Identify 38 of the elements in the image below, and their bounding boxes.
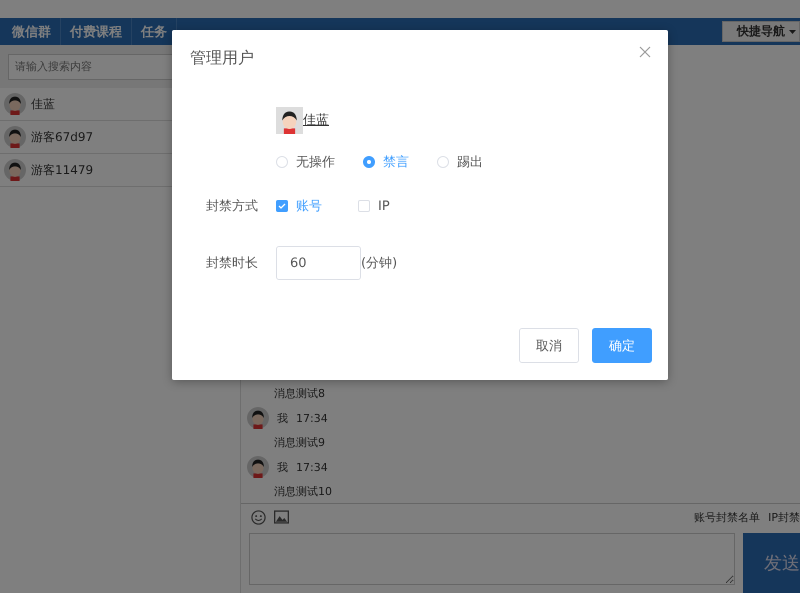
image-icon[interactable]: [274, 510, 289, 524]
message-text: 消息测试9: [273, 435, 326, 450]
sender-name: 我: [277, 410, 288, 426]
avatar-icon: [4, 93, 26, 115]
avatar-icon: [4, 126, 26, 148]
ban-list-link[interactable]: IP封禁: [768, 510, 800, 524]
avatar-icon: [247, 456, 269, 478]
quick-nav-button[interactable]: 快捷导航: [722, 21, 800, 42]
user-name[interactable]: 游客11479: [31, 162, 94, 178]
action-radio[interactable]: 无操作: [276, 153, 335, 171]
ban-type-label: 封禁方式: [206, 198, 259, 215]
message-text: 消息测试8: [273, 386, 326, 401]
duration-label: 封禁时长: [206, 255, 259, 272]
user-name[interactable]: 游客67d97: [31, 128, 94, 146]
message-time: 17:34: [296, 412, 328, 424]
send-button[interactable]: 发送: [743, 533, 800, 593]
user-link[interactable]: 佳蓝: [303, 111, 329, 129]
caret-icon: [789, 30, 796, 34]
avatar-icon: [276, 106, 303, 134]
message-input[interactable]: [249, 533, 735, 585]
avatar-icon: [247, 407, 269, 429]
ban-type-checkbox[interactable]: IP: [358, 198, 390, 214]
check-icon: [278, 203, 286, 209]
message-time: 17:34: [296, 460, 328, 474]
sender-name: 我: [277, 460, 288, 474]
confirm-button[interactable]: 确定: [592, 328, 652, 363]
unit-label: (分钟): [361, 255, 398, 272]
ban-list-link[interactable]: 账号封禁名单: [694, 510, 760, 524]
user-name[interactable]: 佳蓝: [31, 96, 55, 112]
action-radio[interactable]: 踢出: [437, 153, 483, 171]
avatar-icon: [4, 159, 26, 181]
cancel-button[interactable]: 取消: [519, 328, 579, 363]
close-button[interactable]: [638, 46, 652, 60]
emoji-icon[interactable]: [251, 510, 266, 524]
duration-field[interactable]: 60: [276, 246, 361, 280]
message-text: 消息测试10: [273, 484, 333, 499]
ban-type-checkbox[interactable]: 账号: [276, 197, 322, 215]
action-radio[interactable]: 禁言: [363, 153, 409, 171]
